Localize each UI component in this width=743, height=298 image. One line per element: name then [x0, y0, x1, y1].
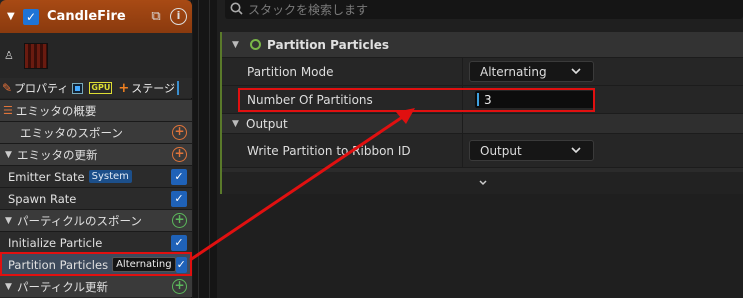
property-number-of-partitions: Number Of Partitions 3: [222, 86, 743, 114]
search-input[interactable]: [248, 2, 648, 17]
property-label: Write Partition to Ribbon ID: [247, 143, 411, 158]
module-title: Partition Particles: [267, 37, 389, 52]
collapse-triangle-icon[interactable]: ▼: [5, 216, 17, 226]
module-label: Partition Particles: [8, 257, 109, 272]
module-label: Initialize Particle: [8, 235, 103, 250]
collapse-triangle-icon[interactable]: ▼: [232, 119, 246, 129]
divider: [209, 0, 210, 298]
section-particle-spawn[interactable]: ▼ パーティクルのスポーン +: [0, 209, 192, 231]
collapse-triangle-icon[interactable]: ▼: [232, 40, 246, 50]
property-partition-mode: Partition Mode Alternating: [222, 58, 743, 86]
properties-tab[interactable]: プロパティ: [14, 80, 68, 96]
module-status-icon: [250, 39, 261, 50]
output-category-row[interactable]: ▼ Output: [222, 114, 743, 134]
divider: [198, 0, 199, 298]
person-icon: ♙: [4, 49, 14, 62]
add-stage-icon[interactable]: +: [118, 81, 129, 96]
expand-advanced-button[interactable]: [222, 172, 743, 194]
section-label: エミッタの概要: [15, 103, 97, 118]
section-label: パーティクルのスポーン: [17, 213, 142, 228]
section-label: エミッタのスポーン: [20, 125, 123, 140]
property-label: Number Of Partitions: [247, 92, 373, 107]
search-icon: [230, 2, 244, 18]
number-of-partitions-input[interactable]: 3: [475, 91, 594, 108]
module-initialize-particle[interactable]: Initialize Particle ✓: [0, 231, 192, 253]
input-accent: [477, 93, 479, 106]
write-partition-dropdown[interactable]: Output: [469, 140, 594, 161]
module-enable-checkbox[interactable]: ✓: [175, 256, 187, 273]
list-icon: ☰: [3, 104, 13, 117]
open-in-new-icon[interactable]: ⧉: [148, 9, 164, 25]
section-emitter-spawn[interactable]: エミッタのスポーン +: [0, 121, 192, 143]
module-enable-checkbox[interactable]: ✓: [171, 234, 187, 251]
stage-tabs: ✎ プロパティ GPU + ステージ: [0, 78, 192, 98]
module-enable-checkbox[interactable]: ✓: [171, 190, 187, 207]
module-tag: Alternating: [112, 257, 176, 272]
pencil-icon[interactable]: ✎: [2, 81, 12, 95]
splitter-area: [193, 0, 217, 298]
module-category-row[interactable]: ▼ Partition Particles: [222, 32, 743, 58]
stage-tab[interactable]: ステージ: [131, 80, 175, 96]
summary-row[interactable]: ☰ エミッタの概要: [0, 99, 192, 121]
module-spawn-rate[interactable]: Spawn Rate ✓: [0, 187, 192, 209]
section-particle-update[interactable]: ▼ パーティクル更新 +: [0, 275, 192, 297]
property-label: Partition Mode: [247, 64, 334, 79]
dropdown-value: Output: [480, 143, 522, 158]
emitter-name: CandleFire: [47, 9, 126, 24]
module-emitter-state[interactable]: Emitter State System ✓: [0, 165, 192, 187]
emitter-stack-panel: ▼ ✓ CandleFire ⧉ i ♙ ✎ プロパティ GPU + ステージ …: [0, 0, 192, 298]
section-label: エミッタの更新: [17, 147, 98, 162]
module-label: Spawn Rate: [8, 191, 77, 206]
chevron-down-icon: [478, 176, 487, 189]
collapse-triangle-icon[interactable]: ▼: [5, 282, 17, 292]
add-module-icon[interactable]: +: [172, 279, 187, 294]
property-write-partition: Write Partition to Ribbon ID Output: [222, 134, 743, 168]
add-module-icon[interactable]: +: [172, 147, 187, 162]
module-details: ▼ Partition Particles Partition Mode Alt…: [220, 32, 743, 194]
module-partition-particles[interactable]: Partition Particles Alternating ✓: [0, 253, 192, 275]
info-icon[interactable]: i: [170, 8, 187, 25]
stage-marker: [177, 81, 180, 95]
section-emitter-update[interactable]: ▼ エミッタの更新 +: [0, 143, 192, 165]
dropdown-value: Alternating: [480, 64, 547, 79]
add-module-icon[interactable]: +: [172, 213, 187, 228]
chevron-down-icon: [571, 66, 581, 77]
emitter-thumbnail[interactable]: [24, 42, 48, 69]
selection-details-panel: ▼ Partition Particles Partition Mode Alt…: [217, 0, 743, 298]
module-label: Emitter State: [8, 169, 85, 184]
emitter-enable-checkbox[interactable]: ✓: [23, 8, 39, 25]
add-module-icon[interactable]: +: [172, 125, 187, 140]
module-tag: System: [88, 170, 132, 183]
module-enable-checkbox[interactable]: ✓: [171, 168, 187, 185]
partition-mode-dropdown[interactable]: Alternating: [469, 61, 594, 82]
emitter-header[interactable]: ▼ ✓ CandleFire ⧉ i: [0, 0, 192, 33]
search-bar: [225, 0, 743, 19]
chevron-down-icon: [571, 145, 581, 156]
cpu-sim-icon[interactable]: [72, 82, 84, 94]
collapse-triangle-icon[interactable]: ▼: [7, 11, 19, 22]
collapse-triangle-icon[interactable]: ▼: [5, 150, 17, 160]
gpu-icon[interactable]: GPU: [89, 82, 113, 94]
section-label: パーティクル更新: [17, 279, 108, 294]
emitter-thumbnail-row: ♙: [0, 33, 192, 78]
category-label: Output: [246, 116, 288, 131]
input-value: 3: [484, 92, 492, 107]
